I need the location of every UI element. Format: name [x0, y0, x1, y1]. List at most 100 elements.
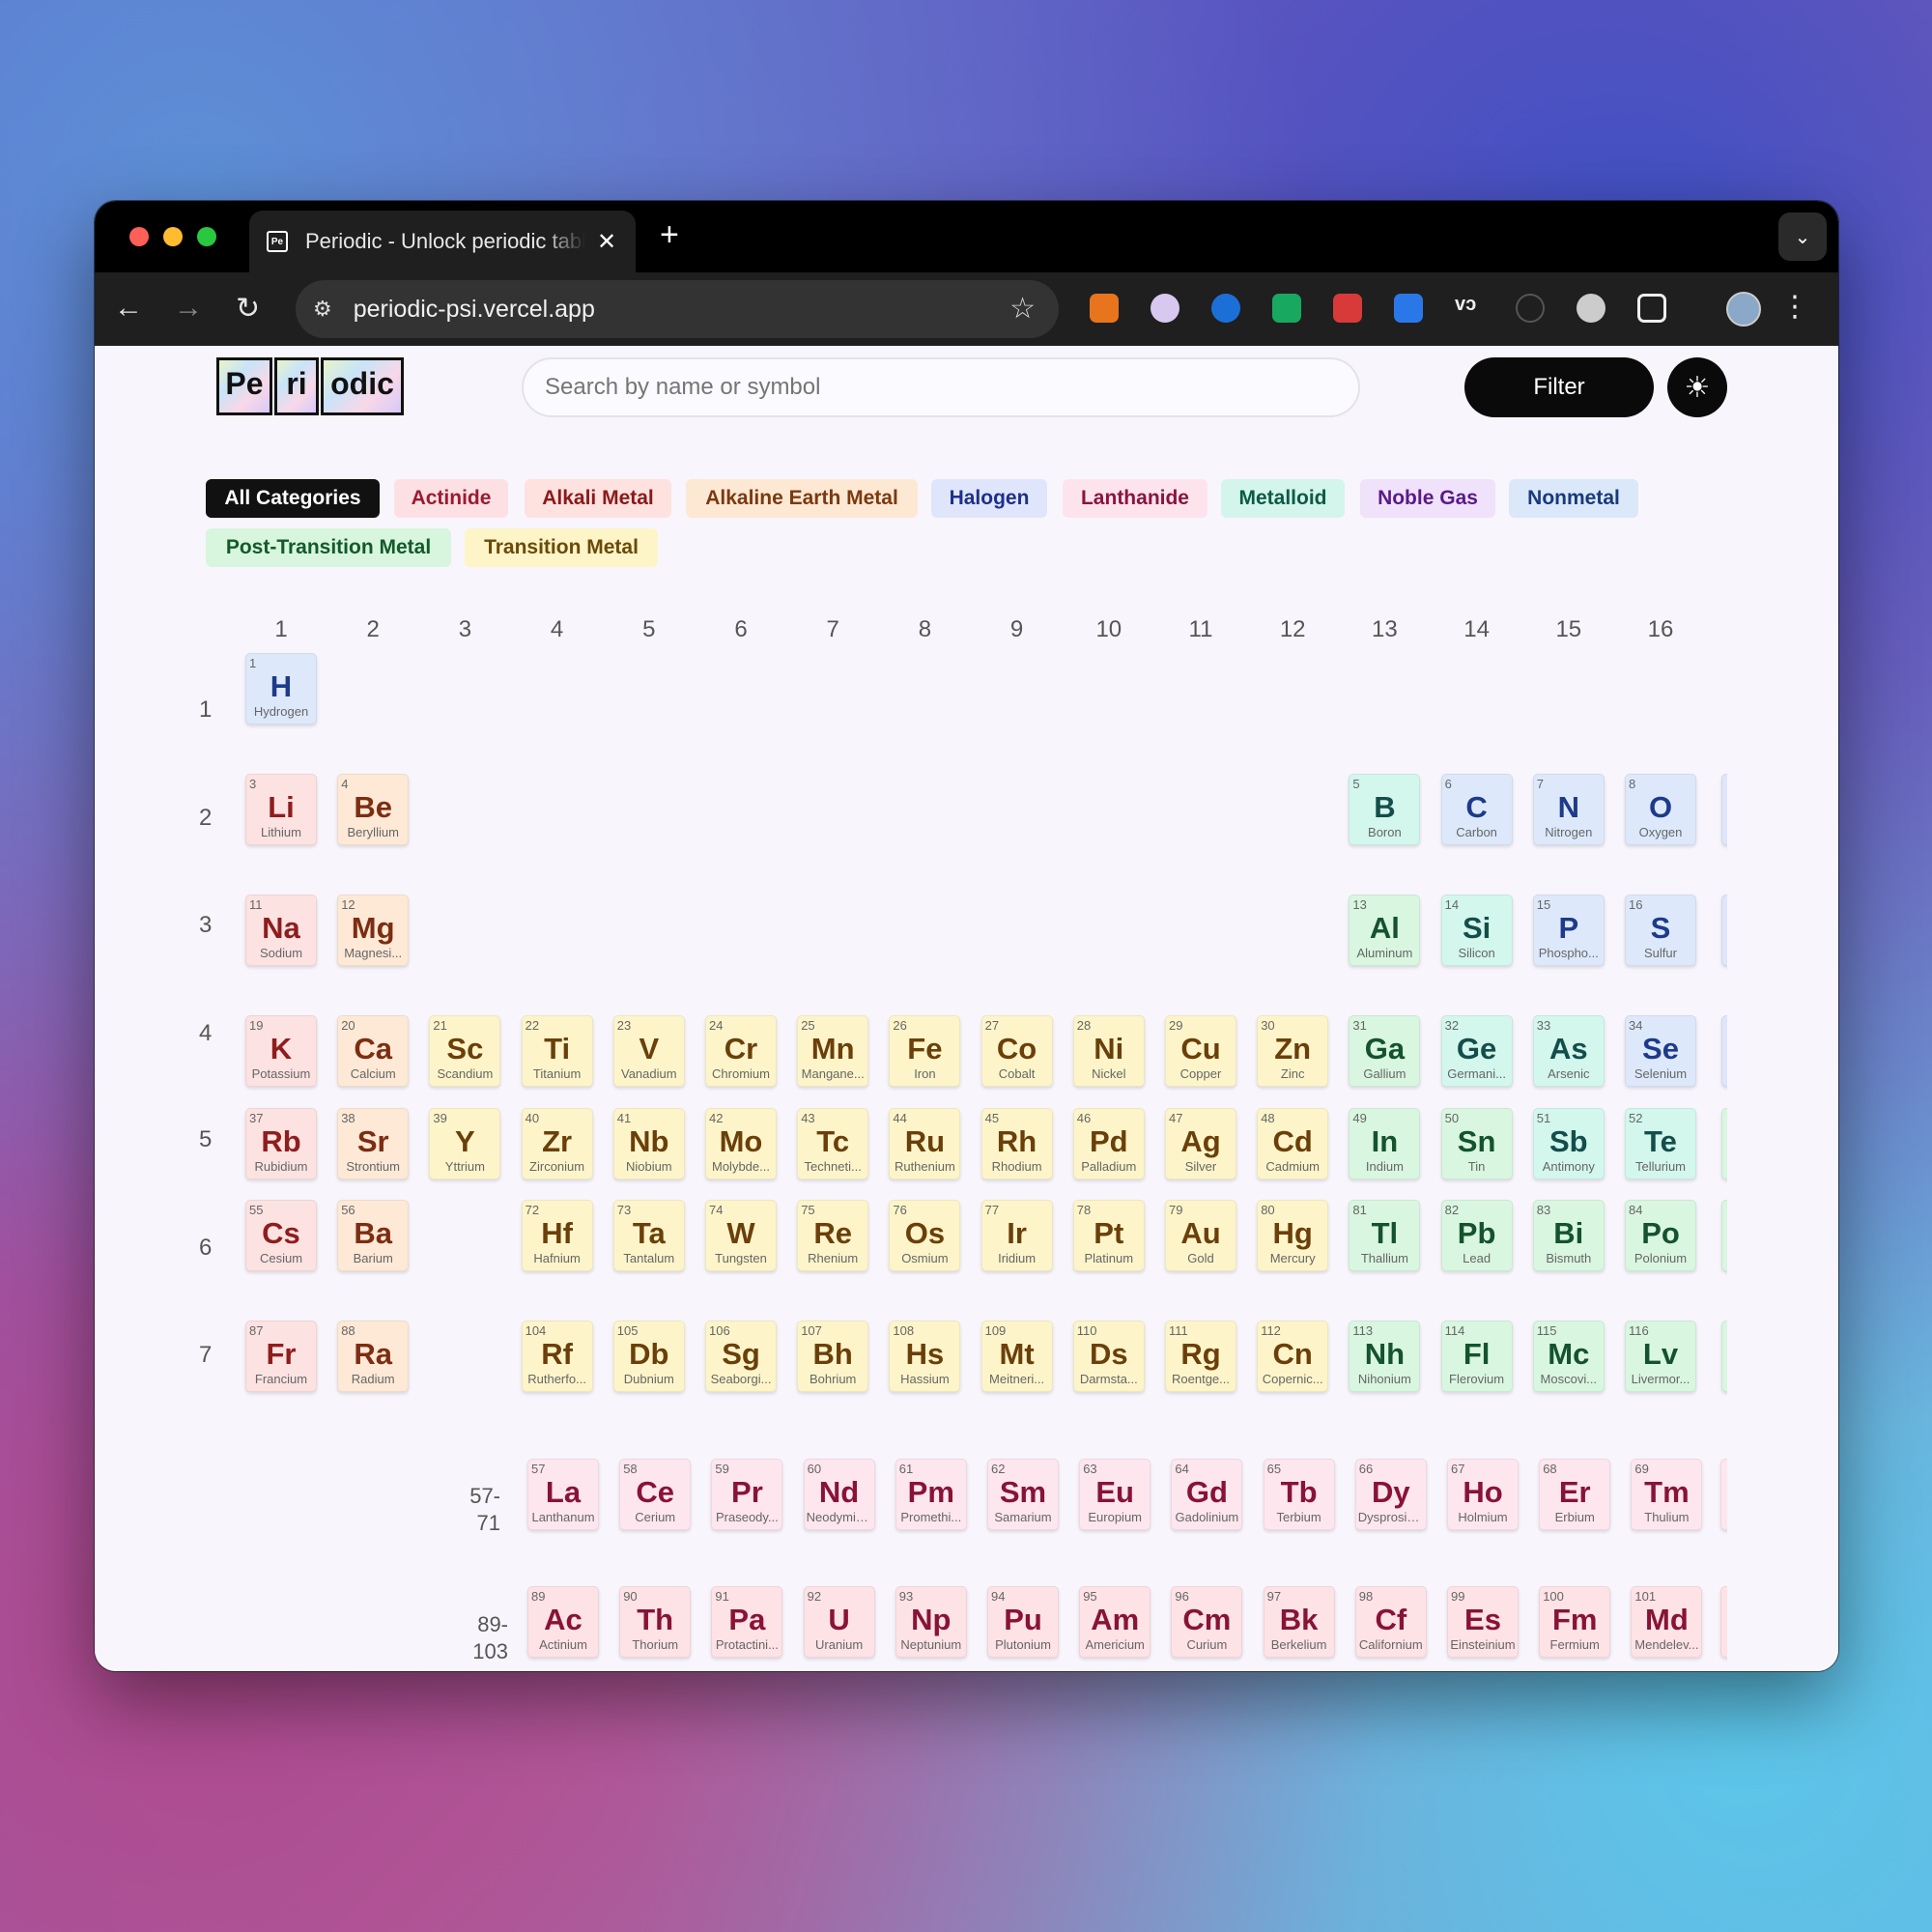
element-tile[interactable]: 88 Ra Radium [337, 1321, 410, 1392]
forward-arrow-icon[interactable]: → [174, 292, 203, 325]
element-tile[interactable]: 11 Na Sodium [245, 895, 317, 966]
element-tile[interactable]: 80 Hg Mercury [1257, 1200, 1329, 1271]
element-tile[interactable]: 48 Cd Cadmium [1257, 1108, 1329, 1179]
category-chip[interactable]: All Categories [206, 479, 380, 518]
element-tile[interactable]: 84 Po Polonium [1625, 1200, 1696, 1271]
element-tile[interactable]: 63 Eu Europium [1079, 1459, 1151, 1530]
element-tile[interactable]: 47 Ag Silver [1165, 1108, 1236, 1179]
element-tile[interactable]: 21 Sc Scandium [429, 1015, 501, 1087]
element-tile[interactable]: 62 Sm Samarium [987, 1459, 1059, 1530]
element-tile[interactable]: 108 Hs Hassium [889, 1321, 961, 1392]
element-tile[interactable]: 60 Nd Neodymiu... [803, 1459, 875, 1530]
element-tile[interactable]: 79 Au Gold [1165, 1200, 1236, 1271]
element-tile[interactable]: 55 Cs Cesium [245, 1200, 317, 1271]
element-tile[interactable]: 13 Al Aluminum [1349, 895, 1421, 966]
element-tile[interactable]: 28 Ni Nickel [1072, 1015, 1145, 1087]
element-tile-partial[interactable] [1721, 1015, 1727, 1087]
element-tile[interactable]: 25 Mn Mangane... [797, 1015, 869, 1087]
element-tile[interactable]: 77 Ir Iridium [980, 1200, 1053, 1271]
site-info-icon[interactable]: ⚙ [313, 297, 332, 322]
element-tile[interactable]: 4 Be Beryllium [337, 774, 410, 845]
element-tile[interactable]: 100 Fm Fermium [1539, 1586, 1611, 1658]
element-tile[interactable]: 64 Gd Gadolinium [1171, 1459, 1243, 1530]
element-tile-partial[interactable] [1720, 1459, 1727, 1530]
category-chip[interactable]: Nonmetal [1509, 479, 1638, 518]
element-tile[interactable]: 15 P Phospho... [1532, 895, 1605, 966]
element-tile[interactable]: 12 Mg Magnesi... [337, 895, 410, 966]
element-tile[interactable]: 6 C Carbon [1440, 774, 1513, 845]
element-tile[interactable]: 110 Ds Darmsta... [1072, 1321, 1145, 1392]
element-tile[interactable]: 91 Pa Protactini... [711, 1586, 783, 1658]
element-tile[interactable]: 87 Fr Francium [245, 1321, 317, 1392]
element-tile[interactable]: 101 Md Mendelev... [1631, 1586, 1703, 1658]
element-tile[interactable]: 24 Cr Chromium [705, 1015, 777, 1087]
element-tile[interactable]: 26 Fe Iron [889, 1015, 961, 1087]
element-tile[interactable]: 93 Np Neptunium [895, 1586, 967, 1658]
element-tile[interactable]: 1 H Hydrogen [245, 653, 317, 724]
video-extension-icon[interactable] [1272, 294, 1301, 323]
element-tile[interactable]: 75 Re Rhenium [797, 1200, 869, 1271]
category-chip[interactable]: Alkaline Earth Metal [686, 479, 918, 518]
cloud-extension-icon[interactable] [1577, 294, 1605, 323]
element-tile[interactable]: 30 Zn Zinc [1257, 1015, 1329, 1087]
element-tile[interactable]: 94 Pu Plutonium [987, 1586, 1059, 1658]
puzzle-extensions-icon[interactable] [1637, 294, 1666, 323]
element-tile[interactable]: 32 Ge Germani... [1440, 1015, 1513, 1087]
element-tile[interactable]: 41 Nb Niobium [612, 1108, 685, 1179]
element-tile[interactable]: 61 Pm Promethi... [895, 1459, 967, 1530]
browser-tab[interactable]: Pe Periodic - Unlock periodic table ✕ [249, 211, 636, 272]
element-tile-partial[interactable] [1720, 1586, 1727, 1658]
element-tile[interactable]: 69 Tm Thulium [1631, 1459, 1703, 1530]
element-tile[interactable]: 113 Nh Nihonium [1349, 1321, 1421, 1392]
toolbox-extension-icon[interactable] [1333, 294, 1362, 323]
element-tile[interactable]: 45 Rh Rhodium [980, 1108, 1053, 1179]
new-tab-icon[interactable]: + [660, 216, 679, 254]
element-tile[interactable]: 78 Pt Platinum [1072, 1200, 1145, 1271]
element-tile[interactable]: 44 Ru Ruthenium [889, 1108, 961, 1179]
element-tile[interactable]: 89 Ac Actinium [527, 1586, 599, 1658]
minimize-window-button[interactable] [163, 227, 183, 246]
element-tile[interactable]: 72 Hf Hafnium [521, 1200, 593, 1271]
element-tile[interactable]: 5 B Boron [1349, 774, 1421, 845]
reload-icon[interactable]: ↻ [236, 292, 260, 326]
element-tile[interactable]: 39 Y Yttrium [429, 1108, 501, 1179]
element-tile[interactable]: 22 Ti Titanium [521, 1015, 593, 1087]
element-tile-partial[interactable] [1721, 774, 1727, 845]
element-tile[interactable]: 56 Ba Barium [337, 1200, 410, 1271]
category-chip[interactable]: Noble Gas [1360, 479, 1495, 518]
element-tile[interactable]: 65 Tb Terbium [1263, 1459, 1335, 1530]
element-tile[interactable]: 105 Db Dubnium [612, 1321, 685, 1392]
element-tile-partial[interactable] [1721, 1321, 1727, 1392]
element-tile[interactable]: 109 Mt Meitneri... [980, 1321, 1053, 1392]
element-tile[interactable]: 50 Sn Tin [1440, 1108, 1513, 1179]
element-tile[interactable]: 23 V Vanadium [612, 1015, 685, 1087]
element-tile[interactable]: 29 Cu Copper [1165, 1015, 1236, 1087]
element-tile-partial[interactable] [1721, 1200, 1727, 1271]
element-tile[interactable]: 114 Fl Flerovium [1440, 1321, 1513, 1392]
element-tile[interactable]: 107 Bh Bohrium [797, 1321, 869, 1392]
element-tile[interactable]: 33 As Arsenic [1532, 1015, 1605, 1087]
element-tile[interactable]: 96 Cm Curium [1171, 1586, 1243, 1658]
element-tile[interactable]: 57 La Lanthanum [527, 1459, 599, 1530]
close-tab-icon[interactable]: ✕ [597, 228, 616, 256]
metamask-extension-icon[interactable] [1090, 294, 1119, 323]
profile-avatar[interactable] [1726, 292, 1761, 327]
back-arrow-icon[interactable]: ← [114, 292, 143, 325]
address-bar[interactable]: ⚙ periodic-psi.vercel.app ☆ [296, 280, 1059, 338]
element-tile[interactable]: 27 Co Cobalt [980, 1015, 1053, 1087]
element-tile[interactable]: 8 O Oxygen [1625, 774, 1696, 845]
element-tile[interactable]: 115 Mc Moscovi... [1532, 1321, 1605, 1392]
element-tile[interactable]: 99 Es Einsteinium [1447, 1586, 1519, 1658]
vd-extension-icon[interactable]: vↄ [1455, 294, 1484, 323]
category-chip[interactable]: Actinide [394, 479, 508, 518]
element-tile[interactable]: 31 Ga Gallium [1349, 1015, 1421, 1087]
element-tile[interactable]: 90 Th Thorium [619, 1586, 692, 1658]
category-chip[interactable]: Alkali Metal [525, 479, 671, 518]
translate-extension-icon[interactable] [1394, 294, 1423, 323]
element-tile[interactable]: 51 Sb Antimony [1532, 1108, 1605, 1179]
element-tile[interactable]: 14 Si Silicon [1440, 895, 1513, 966]
element-tile[interactable]: 106 Sg Seaborgi... [705, 1321, 777, 1392]
element-tile[interactable]: 104 Rf Rutherfo... [521, 1321, 593, 1392]
element-tile[interactable]: 7 N Nitrogen [1532, 774, 1605, 845]
element-tile[interactable]: 52 Te Tellurium [1625, 1108, 1696, 1179]
